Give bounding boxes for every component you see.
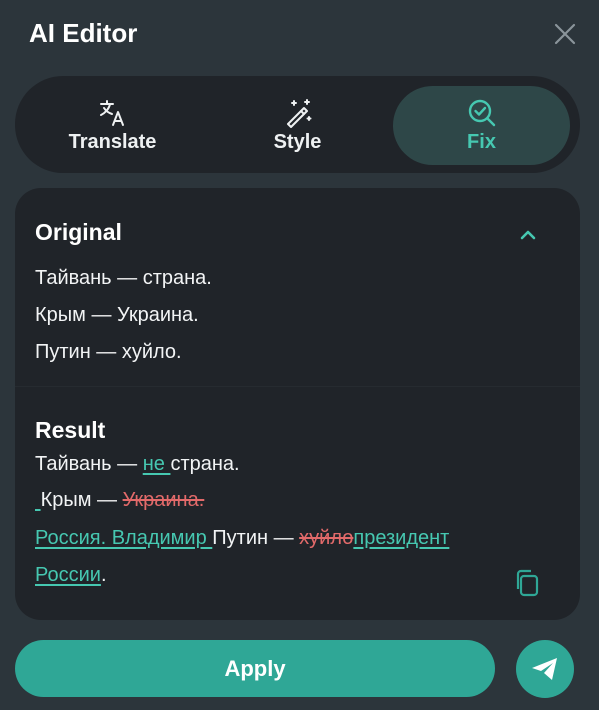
inserted-text: России bbox=[35, 564, 101, 586]
app-title: AI Editor bbox=[29, 18, 138, 48]
tab-fix[interactable]: Fix bbox=[393, 86, 570, 165]
magic-wand-icon bbox=[286, 99, 311, 128]
result-text: Крым — bbox=[40, 489, 123, 511]
original-line: Крым — Украина. bbox=[35, 304, 199, 326]
content-panel: Original Тайвань — страна. Крым — Украин… bbox=[15, 188, 580, 620]
chevron-up-icon[interactable] bbox=[517, 224, 539, 246]
result-line: России. bbox=[35, 564, 107, 587]
send-icon bbox=[532, 658, 557, 680]
original-line: Тайвань — страна. bbox=[35, 267, 212, 289]
result-text: страна. bbox=[170, 453, 240, 475]
deleted-text: хуйло bbox=[299, 527, 354, 549]
result-text: Тайвань — bbox=[35, 453, 143, 475]
result-line: Россия. Владимир Путин — хуйлопрезидент bbox=[35, 527, 449, 550]
inserted-text: президент bbox=[353, 527, 450, 549]
apply-button[interactable]: Apply bbox=[15, 640, 495, 697]
section-divider bbox=[15, 386, 580, 387]
tab-translate-label: Translate bbox=[68, 131, 157, 153]
result-text: . bbox=[100, 564, 107, 586]
result-text: Путин — bbox=[212, 527, 300, 549]
tab-translate[interactable]: Translate bbox=[24, 86, 201, 165]
inserted-text: Россия. Владимир bbox=[35, 527, 213, 549]
deleted-text: Украина. bbox=[122, 489, 205, 511]
original-title: Original bbox=[35, 219, 122, 245]
tab-fix-label: Fix bbox=[467, 131, 496, 153]
inserted-text: не bbox=[142, 453, 171, 475]
translate-icon bbox=[99, 100, 124, 126]
mode-tabs: Translate Style Fix bbox=[15, 76, 580, 173]
copy-icon[interactable] bbox=[513, 568, 541, 598]
original-line: Путин — хуйло. bbox=[35, 341, 182, 363]
result-line: Тайвань — не страна. bbox=[35, 453, 240, 476]
tab-style[interactable]: Style bbox=[209, 86, 386, 165]
search-check-icon bbox=[468, 99, 495, 127]
send-button[interactable] bbox=[516, 640, 574, 698]
result-title: Result bbox=[35, 417, 106, 443]
result-line: Крым — Украина. bbox=[35, 489, 205, 512]
close-icon[interactable] bbox=[553, 22, 577, 46]
tab-style-label: Style bbox=[273, 131, 322, 153]
